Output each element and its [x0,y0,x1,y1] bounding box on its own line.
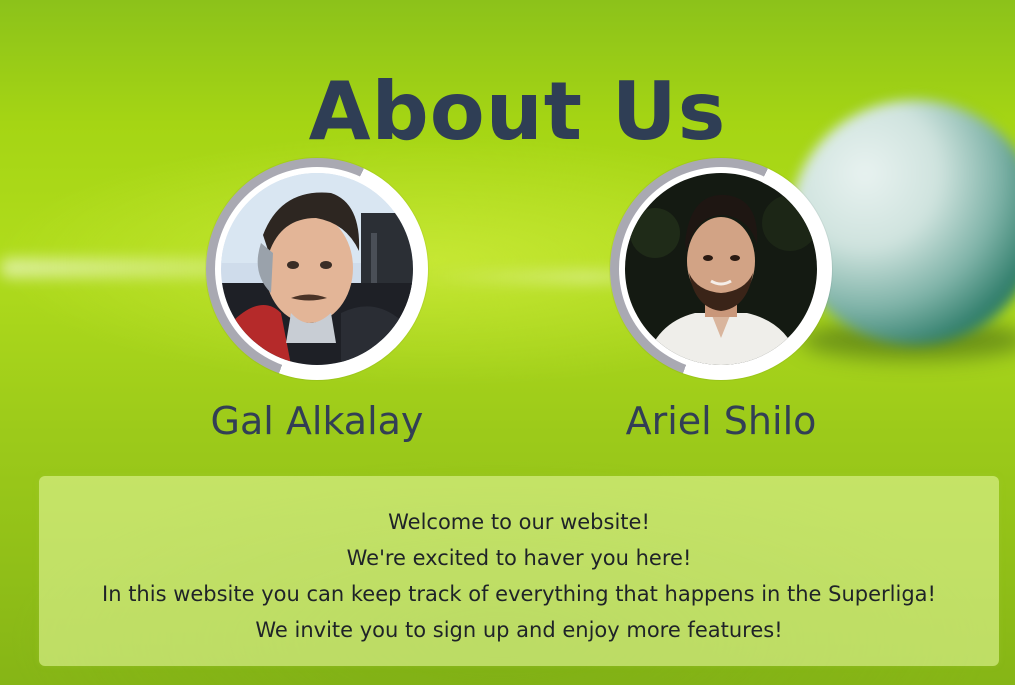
avatar [625,173,817,365]
team-member-card: Ariel Shilo [556,158,886,444]
avatar-photo-icon [625,173,817,365]
welcome-line: Welcome to our website! [388,510,650,534]
avatar-photo-icon [221,173,413,365]
avatar [221,173,413,365]
welcome-line: In this website you can keep track of ev… [102,582,936,606]
welcome-line: We invite you to sign up and enjoy more … [255,618,783,642]
page-title: About Us [308,64,727,158]
member-name: Gal Alkalay [210,399,424,443]
team-member-card: Gal Alkalay [152,158,482,444]
avatar-frame [206,158,428,380]
welcome-line: We're excited to haver you here! [346,546,692,570]
welcome-message: Welcome to our website! We're excited to… [39,504,999,648]
avatar-frame [610,158,832,380]
welcome-panel: Welcome to our website! We're excited to… [39,476,999,666]
member-name: Ariel Shilo [625,399,817,443]
